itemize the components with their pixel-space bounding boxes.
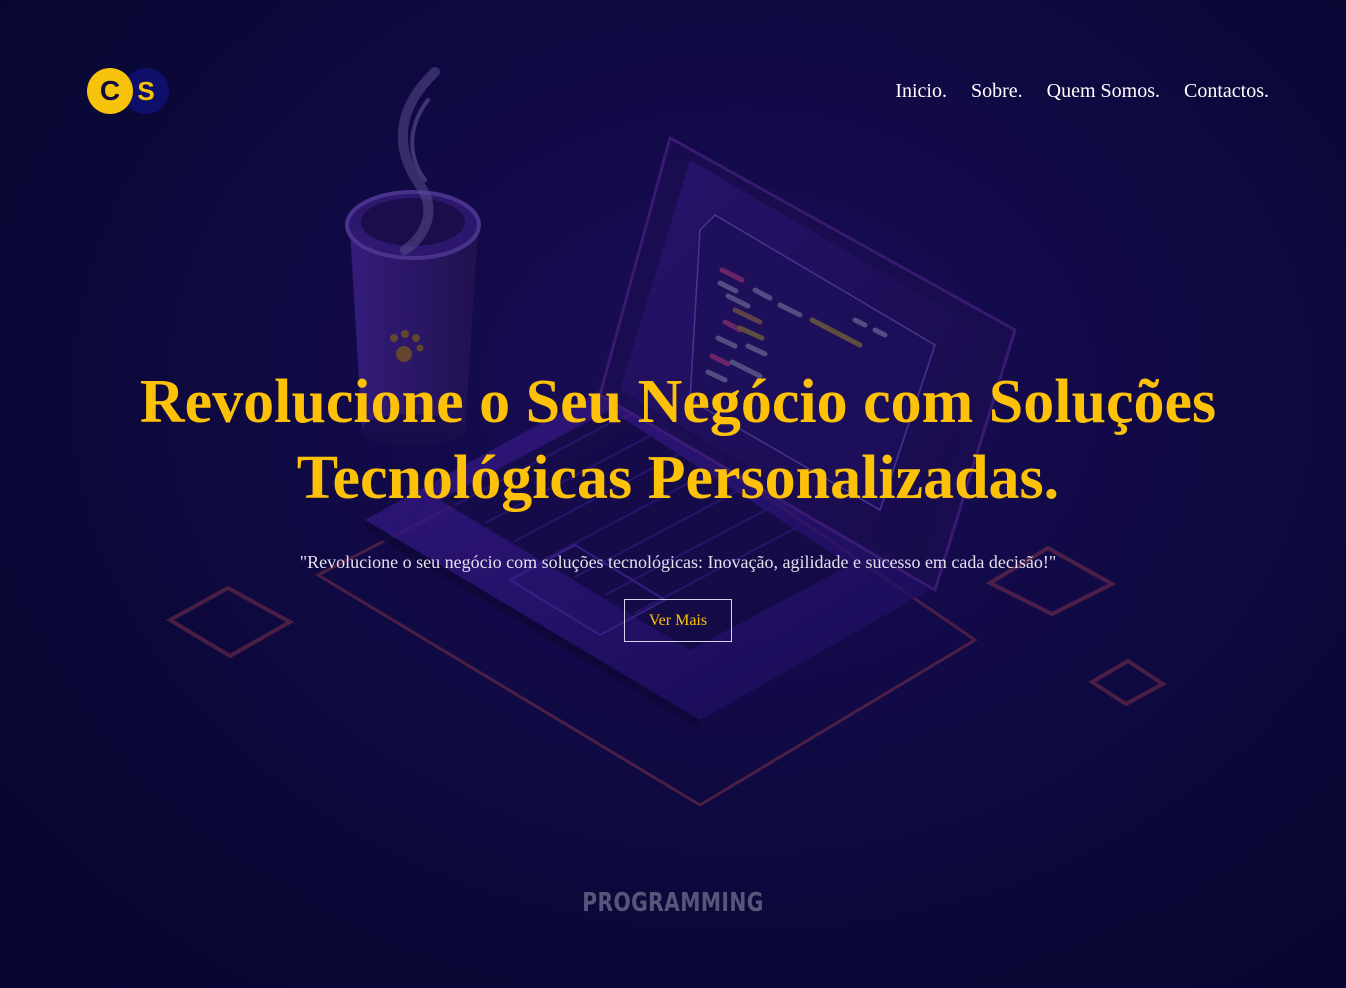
nav-link-sobre[interactable]: Sobre. xyxy=(971,79,1023,103)
programming-watermark: PROGRAMMING xyxy=(582,888,764,918)
logo-c-badge: C xyxy=(87,68,133,114)
brand-logo[interactable]: S C xyxy=(87,68,169,114)
logo-letter-s: S xyxy=(137,75,155,106)
logo-letter-c: C xyxy=(99,75,121,106)
nav-link-quem-somos[interactable]: Quem Somos. xyxy=(1047,79,1160,103)
main-nav: Inicio. Sobre. Quem Somos. Contactos. xyxy=(895,79,1269,103)
hero-title: Revolucione o Seu Negócio com Soluções T… xyxy=(139,368,1217,512)
nav-link-inicio[interactable]: Inicio. xyxy=(895,79,947,103)
ver-mais-button[interactable]: Ver Mais xyxy=(624,599,732,642)
nav-link-contactos[interactable]: Contactos. xyxy=(1184,79,1269,103)
hero-subtitle: "Revolucione o seu negócio com soluções … xyxy=(299,552,1057,572)
landing-page: S C Inicio. Sobre. Quem Somos. Contactos… xyxy=(0,0,1346,988)
